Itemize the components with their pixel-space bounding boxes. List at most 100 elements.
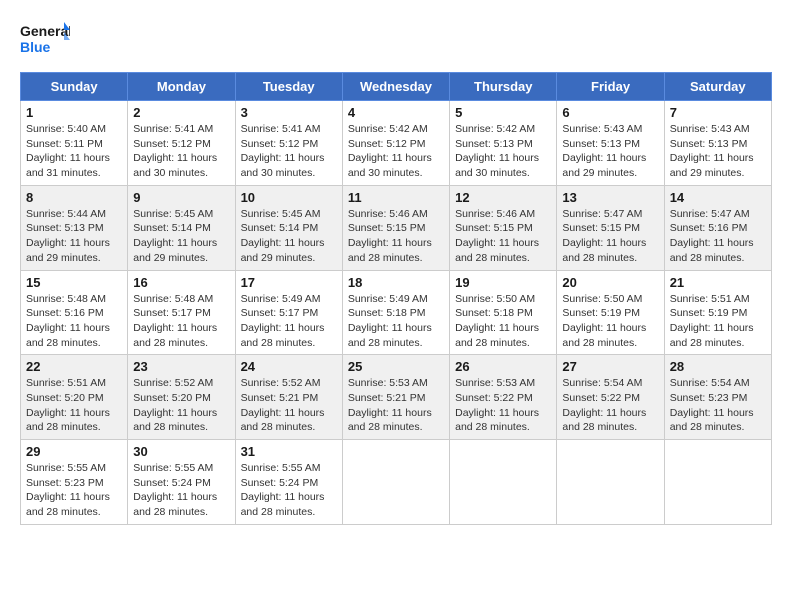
calendar-cell: 13 Sunrise: 5:47 AMSunset: 5:15 PMDaylig… <box>557 185 664 270</box>
calendar-cell: 24 Sunrise: 5:52 AMSunset: 5:21 PMDaylig… <box>235 355 342 440</box>
week-row-3: 15 Sunrise: 5:48 AMSunset: 5:16 PMDaylig… <box>21 270 772 355</box>
day-info: Sunrise: 5:55 AMSunset: 5:23 PMDaylight:… <box>26 461 122 520</box>
calendar-cell: 22 Sunrise: 5:51 AMSunset: 5:20 PMDaylig… <box>21 355 128 440</box>
calendar-cell: 1 Sunrise: 5:40 AMSunset: 5:11 PMDayligh… <box>21 101 128 186</box>
day-number: 18 <box>348 275 444 290</box>
day-info: Sunrise: 5:41 AMSunset: 5:12 PMDaylight:… <box>241 122 337 181</box>
day-info: Sunrise: 5:48 AMSunset: 5:16 PMDaylight:… <box>26 292 122 351</box>
day-info: Sunrise: 5:44 AMSunset: 5:13 PMDaylight:… <box>26 207 122 266</box>
day-info: Sunrise: 5:45 AMSunset: 5:14 PMDaylight:… <box>133 207 229 266</box>
calendar-cell: 18 Sunrise: 5:49 AMSunset: 5:18 PMDaylig… <box>342 270 449 355</box>
week-row-4: 22 Sunrise: 5:51 AMSunset: 5:20 PMDaylig… <box>21 355 772 440</box>
calendar-cell: 23 Sunrise: 5:52 AMSunset: 5:20 PMDaylig… <box>128 355 235 440</box>
calendar-table: SundayMondayTuesdayWednesdayThursdayFrid… <box>20 72 772 525</box>
day-info: Sunrise: 5:46 AMSunset: 5:15 PMDaylight:… <box>348 207 444 266</box>
calendar-cell: 10 Sunrise: 5:45 AMSunset: 5:14 PMDaylig… <box>235 185 342 270</box>
calendar-cell: 12 Sunrise: 5:46 AMSunset: 5:15 PMDaylig… <box>450 185 557 270</box>
header: General Blue <box>20 20 772 62</box>
day-number: 26 <box>455 359 551 374</box>
calendar-cell <box>557 440 664 525</box>
calendar-cell: 7 Sunrise: 5:43 AMSunset: 5:13 PMDayligh… <box>664 101 771 186</box>
day-number: 6 <box>562 105 658 120</box>
header-day-tuesday: Tuesday <box>235 73 342 101</box>
calendar-cell: 28 Sunrise: 5:54 AMSunset: 5:23 PMDaylig… <box>664 355 771 440</box>
header-day-sunday: Sunday <box>21 73 128 101</box>
day-info: Sunrise: 5:49 AMSunset: 5:17 PMDaylight:… <box>241 292 337 351</box>
logo-svg: General Blue <box>20 20 70 62</box>
day-info: Sunrise: 5:53 AMSunset: 5:22 PMDaylight:… <box>455 376 551 435</box>
day-number: 23 <box>133 359 229 374</box>
day-number: 10 <box>241 190 337 205</box>
calendar-cell: 21 Sunrise: 5:51 AMSunset: 5:19 PMDaylig… <box>664 270 771 355</box>
day-info: Sunrise: 5:52 AMSunset: 5:21 PMDaylight:… <box>241 376 337 435</box>
header-day-wednesday: Wednesday <box>342 73 449 101</box>
week-row-5: 29 Sunrise: 5:55 AMSunset: 5:23 PMDaylig… <box>21 440 772 525</box>
day-info: Sunrise: 5:50 AMSunset: 5:19 PMDaylight:… <box>562 292 658 351</box>
day-number: 5 <box>455 105 551 120</box>
calendar-cell: 27 Sunrise: 5:54 AMSunset: 5:22 PMDaylig… <box>557 355 664 440</box>
day-number: 8 <box>26 190 122 205</box>
calendar-cell: 6 Sunrise: 5:43 AMSunset: 5:13 PMDayligh… <box>557 101 664 186</box>
header-row: SundayMondayTuesdayWednesdayThursdayFrid… <box>21 73 772 101</box>
day-info: Sunrise: 5:43 AMSunset: 5:13 PMDaylight:… <box>562 122 658 181</box>
calendar-cell: 9 Sunrise: 5:45 AMSunset: 5:14 PMDayligh… <box>128 185 235 270</box>
day-info: Sunrise: 5:43 AMSunset: 5:13 PMDaylight:… <box>670 122 766 181</box>
day-info: Sunrise: 5:52 AMSunset: 5:20 PMDaylight:… <box>133 376 229 435</box>
header-day-monday: Monday <box>128 73 235 101</box>
day-info: Sunrise: 5:47 AMSunset: 5:15 PMDaylight:… <box>562 207 658 266</box>
day-number: 24 <box>241 359 337 374</box>
day-number: 17 <box>241 275 337 290</box>
calendar-cell: 8 Sunrise: 5:44 AMSunset: 5:13 PMDayligh… <box>21 185 128 270</box>
day-info: Sunrise: 5:54 AMSunset: 5:23 PMDaylight:… <box>670 376 766 435</box>
day-info: Sunrise: 5:42 AMSunset: 5:12 PMDaylight:… <box>348 122 444 181</box>
day-number: 27 <box>562 359 658 374</box>
day-info: Sunrise: 5:40 AMSunset: 5:11 PMDaylight:… <box>26 122 122 181</box>
day-info: Sunrise: 5:54 AMSunset: 5:22 PMDaylight:… <box>562 376 658 435</box>
calendar-cell: 19 Sunrise: 5:50 AMSunset: 5:18 PMDaylig… <box>450 270 557 355</box>
day-number: 31 <box>241 444 337 459</box>
calendar-cell: 25 Sunrise: 5:53 AMSunset: 5:21 PMDaylig… <box>342 355 449 440</box>
day-info: Sunrise: 5:49 AMSunset: 5:18 PMDaylight:… <box>348 292 444 351</box>
calendar-cell <box>342 440 449 525</box>
calendar-cell: 3 Sunrise: 5:41 AMSunset: 5:12 PMDayligh… <box>235 101 342 186</box>
day-number: 13 <box>562 190 658 205</box>
svg-text:Blue: Blue <box>20 39 51 55</box>
calendar-cell <box>664 440 771 525</box>
day-info: Sunrise: 5:41 AMSunset: 5:12 PMDaylight:… <box>133 122 229 181</box>
day-number: 15 <box>26 275 122 290</box>
day-number: 11 <box>348 190 444 205</box>
day-number: 20 <box>562 275 658 290</box>
calendar-cell: 5 Sunrise: 5:42 AMSunset: 5:13 PMDayligh… <box>450 101 557 186</box>
logo: General Blue <box>20 20 70 62</box>
day-number: 29 <box>26 444 122 459</box>
day-number: 1 <box>26 105 122 120</box>
day-number: 9 <box>133 190 229 205</box>
day-info: Sunrise: 5:55 AMSunset: 5:24 PMDaylight:… <box>133 461 229 520</box>
week-row-1: 1 Sunrise: 5:40 AMSunset: 5:11 PMDayligh… <box>21 101 772 186</box>
calendar-cell: 30 Sunrise: 5:55 AMSunset: 5:24 PMDaylig… <box>128 440 235 525</box>
day-info: Sunrise: 5:55 AMSunset: 5:24 PMDaylight:… <box>241 461 337 520</box>
day-info: Sunrise: 5:53 AMSunset: 5:21 PMDaylight:… <box>348 376 444 435</box>
calendar-cell: 29 Sunrise: 5:55 AMSunset: 5:23 PMDaylig… <box>21 440 128 525</box>
day-number: 22 <box>26 359 122 374</box>
calendar-cell: 15 Sunrise: 5:48 AMSunset: 5:16 PMDaylig… <box>21 270 128 355</box>
header-day-thursday: Thursday <box>450 73 557 101</box>
day-number: 21 <box>670 275 766 290</box>
day-number: 25 <box>348 359 444 374</box>
day-number: 7 <box>670 105 766 120</box>
calendar-cell: 17 Sunrise: 5:49 AMSunset: 5:17 PMDaylig… <box>235 270 342 355</box>
week-row-2: 8 Sunrise: 5:44 AMSunset: 5:13 PMDayligh… <box>21 185 772 270</box>
day-number: 2 <box>133 105 229 120</box>
calendar-cell: 16 Sunrise: 5:48 AMSunset: 5:17 PMDaylig… <box>128 270 235 355</box>
calendar-cell: 31 Sunrise: 5:55 AMSunset: 5:24 PMDaylig… <box>235 440 342 525</box>
header-day-saturday: Saturday <box>664 73 771 101</box>
day-number: 3 <box>241 105 337 120</box>
calendar-cell: 11 Sunrise: 5:46 AMSunset: 5:15 PMDaylig… <box>342 185 449 270</box>
day-info: Sunrise: 5:46 AMSunset: 5:15 PMDaylight:… <box>455 207 551 266</box>
calendar-cell <box>450 440 557 525</box>
day-number: 4 <box>348 105 444 120</box>
calendar-cell: 26 Sunrise: 5:53 AMSunset: 5:22 PMDaylig… <box>450 355 557 440</box>
day-info: Sunrise: 5:47 AMSunset: 5:16 PMDaylight:… <box>670 207 766 266</box>
day-info: Sunrise: 5:51 AMSunset: 5:19 PMDaylight:… <box>670 292 766 351</box>
day-info: Sunrise: 5:48 AMSunset: 5:17 PMDaylight:… <box>133 292 229 351</box>
